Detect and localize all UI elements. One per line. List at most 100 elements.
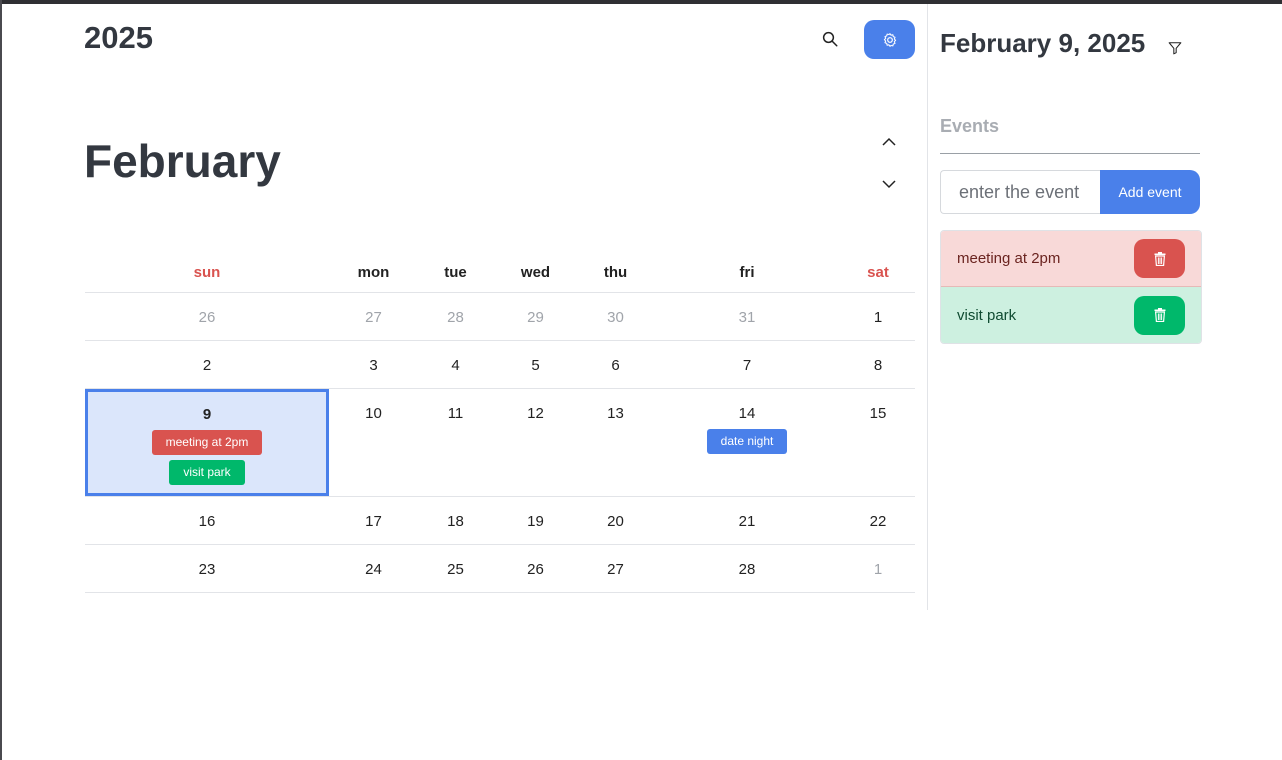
calendar-day[interactable]: 7	[653, 341, 841, 388]
settings-button[interactable]	[864, 20, 915, 59]
day-number: 22	[869, 513, 887, 530]
day-number: 26	[527, 561, 544, 578]
calendar-week-row: 2 3 4 5 6 7 8	[85, 341, 915, 389]
filter-button[interactable]	[1162, 36, 1188, 60]
trash-icon	[1154, 251, 1165, 266]
delete-event-button[interactable]	[1134, 295, 1185, 335]
day-number: 31	[738, 309, 756, 326]
day-number: 24	[365, 561, 382, 578]
add-event-button[interactable]: Add event	[1100, 170, 1200, 214]
day-number: 28	[447, 309, 464, 326]
calendar-event-chip[interactable]: visit park	[169, 460, 245, 485]
panel-divider	[927, 4, 928, 610]
calendar-day[interactable]: 30	[578, 293, 653, 340]
calendar-day[interactable]: 6	[578, 341, 653, 388]
day-number: 14	[738, 405, 756, 422]
day-number: 28	[738, 561, 756, 578]
filter-icon	[1168, 42, 1182, 55]
chevron-up-icon	[882, 137, 896, 146]
calendar-day[interactable]: 2	[85, 341, 329, 388]
search-button[interactable]	[810, 20, 850, 58]
calendar-day[interactable]: 26	[85, 293, 329, 340]
delete-event-button[interactable]	[1134, 239, 1185, 278]
calendar-day[interactable]: 24	[329, 545, 418, 592]
calendar-day[interactable]: 16	[85, 497, 329, 544]
day-number: 21	[738, 513, 756, 530]
calendar-day[interactable]: 5	[493, 341, 578, 388]
calendar-day[interactable]: 12	[493, 389, 578, 496]
day-number: 11	[447, 405, 464, 422]
day-number: 16	[198, 513, 216, 530]
calendar-day[interactable]: 29	[493, 293, 578, 340]
day-number: 17	[365, 513, 382, 530]
day-number: 19	[527, 513, 544, 530]
calendar-body: 26 27 28 29 30 31 1 2 3 4 5 6 7 8 9 meeting at 2pm visit…	[85, 293, 915, 593]
calendar-day[interactable]: 28	[418, 293, 493, 340]
calendar-day[interactable]: 27	[329, 293, 418, 340]
calendar-week-row: 16 17 18 19 20 21 22	[85, 497, 915, 545]
day-number: 1	[873, 561, 883, 578]
weekday-label: mon	[357, 264, 390, 281]
day-number: 25	[447, 561, 464, 578]
day-number: 30	[607, 309, 624, 326]
day-number: 18	[447, 513, 464, 530]
search-icon	[822, 31, 838, 47]
month-title: February	[84, 135, 281, 187]
calendar-day[interactable]: 17	[329, 497, 418, 544]
calendar-day[interactable]: 11	[418, 389, 493, 496]
selected-date-title: February 9, 2025	[940, 28, 1146, 58]
calendar-day[interactable]: 21	[653, 497, 841, 544]
day-number: 27	[365, 309, 382, 326]
weekday-header-row: sun mon tue wed thu fri sat	[85, 253, 915, 293]
calendar-day[interactable]: 3	[329, 341, 418, 388]
calendar-day[interactable]: 13	[578, 389, 653, 496]
event-label: meeting at 2pm	[957, 250, 1061, 267]
calendar-event-chip[interactable]: date night	[706, 429, 788, 454]
calendar-day[interactable]: 23	[85, 545, 329, 592]
calendar-day[interactable]: 28	[653, 545, 841, 592]
calendar-day[interactable]: 22	[841, 497, 915, 544]
day-number: 6	[611, 357, 620, 374]
calendar-day[interactable]: 1	[841, 293, 915, 340]
calendar-day[interactable]: 15	[841, 389, 915, 496]
calendar-day[interactable]: 14 date night	[653, 389, 841, 496]
window-left-border	[0, 0, 2, 760]
calendar-day[interactable]: 27	[578, 545, 653, 592]
calendar-day[interactable]: 8	[841, 341, 915, 388]
day-number: 10	[365, 405, 382, 422]
next-month-button[interactable]	[874, 170, 904, 198]
calendar-week-row: 23 24 25 26 27 28 1	[85, 545, 915, 593]
calendar-day[interactable]: 31	[653, 293, 841, 340]
day-number: 2	[202, 357, 212, 374]
weekday-label: fri	[739, 264, 755, 281]
calendar-day[interactable]: 10	[329, 389, 418, 496]
gear-icon	[883, 32, 896, 47]
calendar-day[interactable]: 4	[418, 341, 493, 388]
calendar-day[interactable]: 20	[578, 497, 653, 544]
calendar-day-selected[interactable]: 9 meeting at 2pm visit park	[85, 389, 329, 496]
day-number: 12	[527, 405, 544, 422]
window-top-border	[0, 0, 1282, 4]
day-number: 26	[198, 309, 216, 326]
day-number: 20	[607, 513, 624, 530]
weekday-label: sat	[867, 264, 889, 281]
day-number: 23	[198, 561, 216, 578]
chevron-down-icon	[882, 180, 896, 189]
calendar-day[interactable]: 26	[493, 545, 578, 592]
trash-icon	[1154, 308, 1165, 322]
day-number: 27	[607, 561, 624, 578]
previous-month-button[interactable]	[874, 128, 904, 156]
calendar-day[interactable]: 25	[418, 545, 493, 592]
calendar-day[interactable]: 18	[418, 497, 493, 544]
calendar-day[interactable]: 1	[841, 545, 915, 592]
weekday-label: sun	[193, 264, 221, 281]
events-divider	[940, 153, 1200, 154]
calendar-grid: sun mon tue wed thu fri sat 26 27 28 29 30 31 1 2 3 4 5 6…	[85, 253, 915, 593]
day-number: 29	[527, 309, 544, 326]
calendar-day[interactable]: 19	[493, 497, 578, 544]
event-input[interactable]	[940, 170, 1100, 214]
events-heading: Events	[940, 116, 1000, 136]
event-list-item: meeting at 2pm	[941, 231, 1201, 287]
calendar-event-chip[interactable]: meeting at 2pm	[151, 430, 263, 455]
day-number: 8	[873, 357, 883, 374]
